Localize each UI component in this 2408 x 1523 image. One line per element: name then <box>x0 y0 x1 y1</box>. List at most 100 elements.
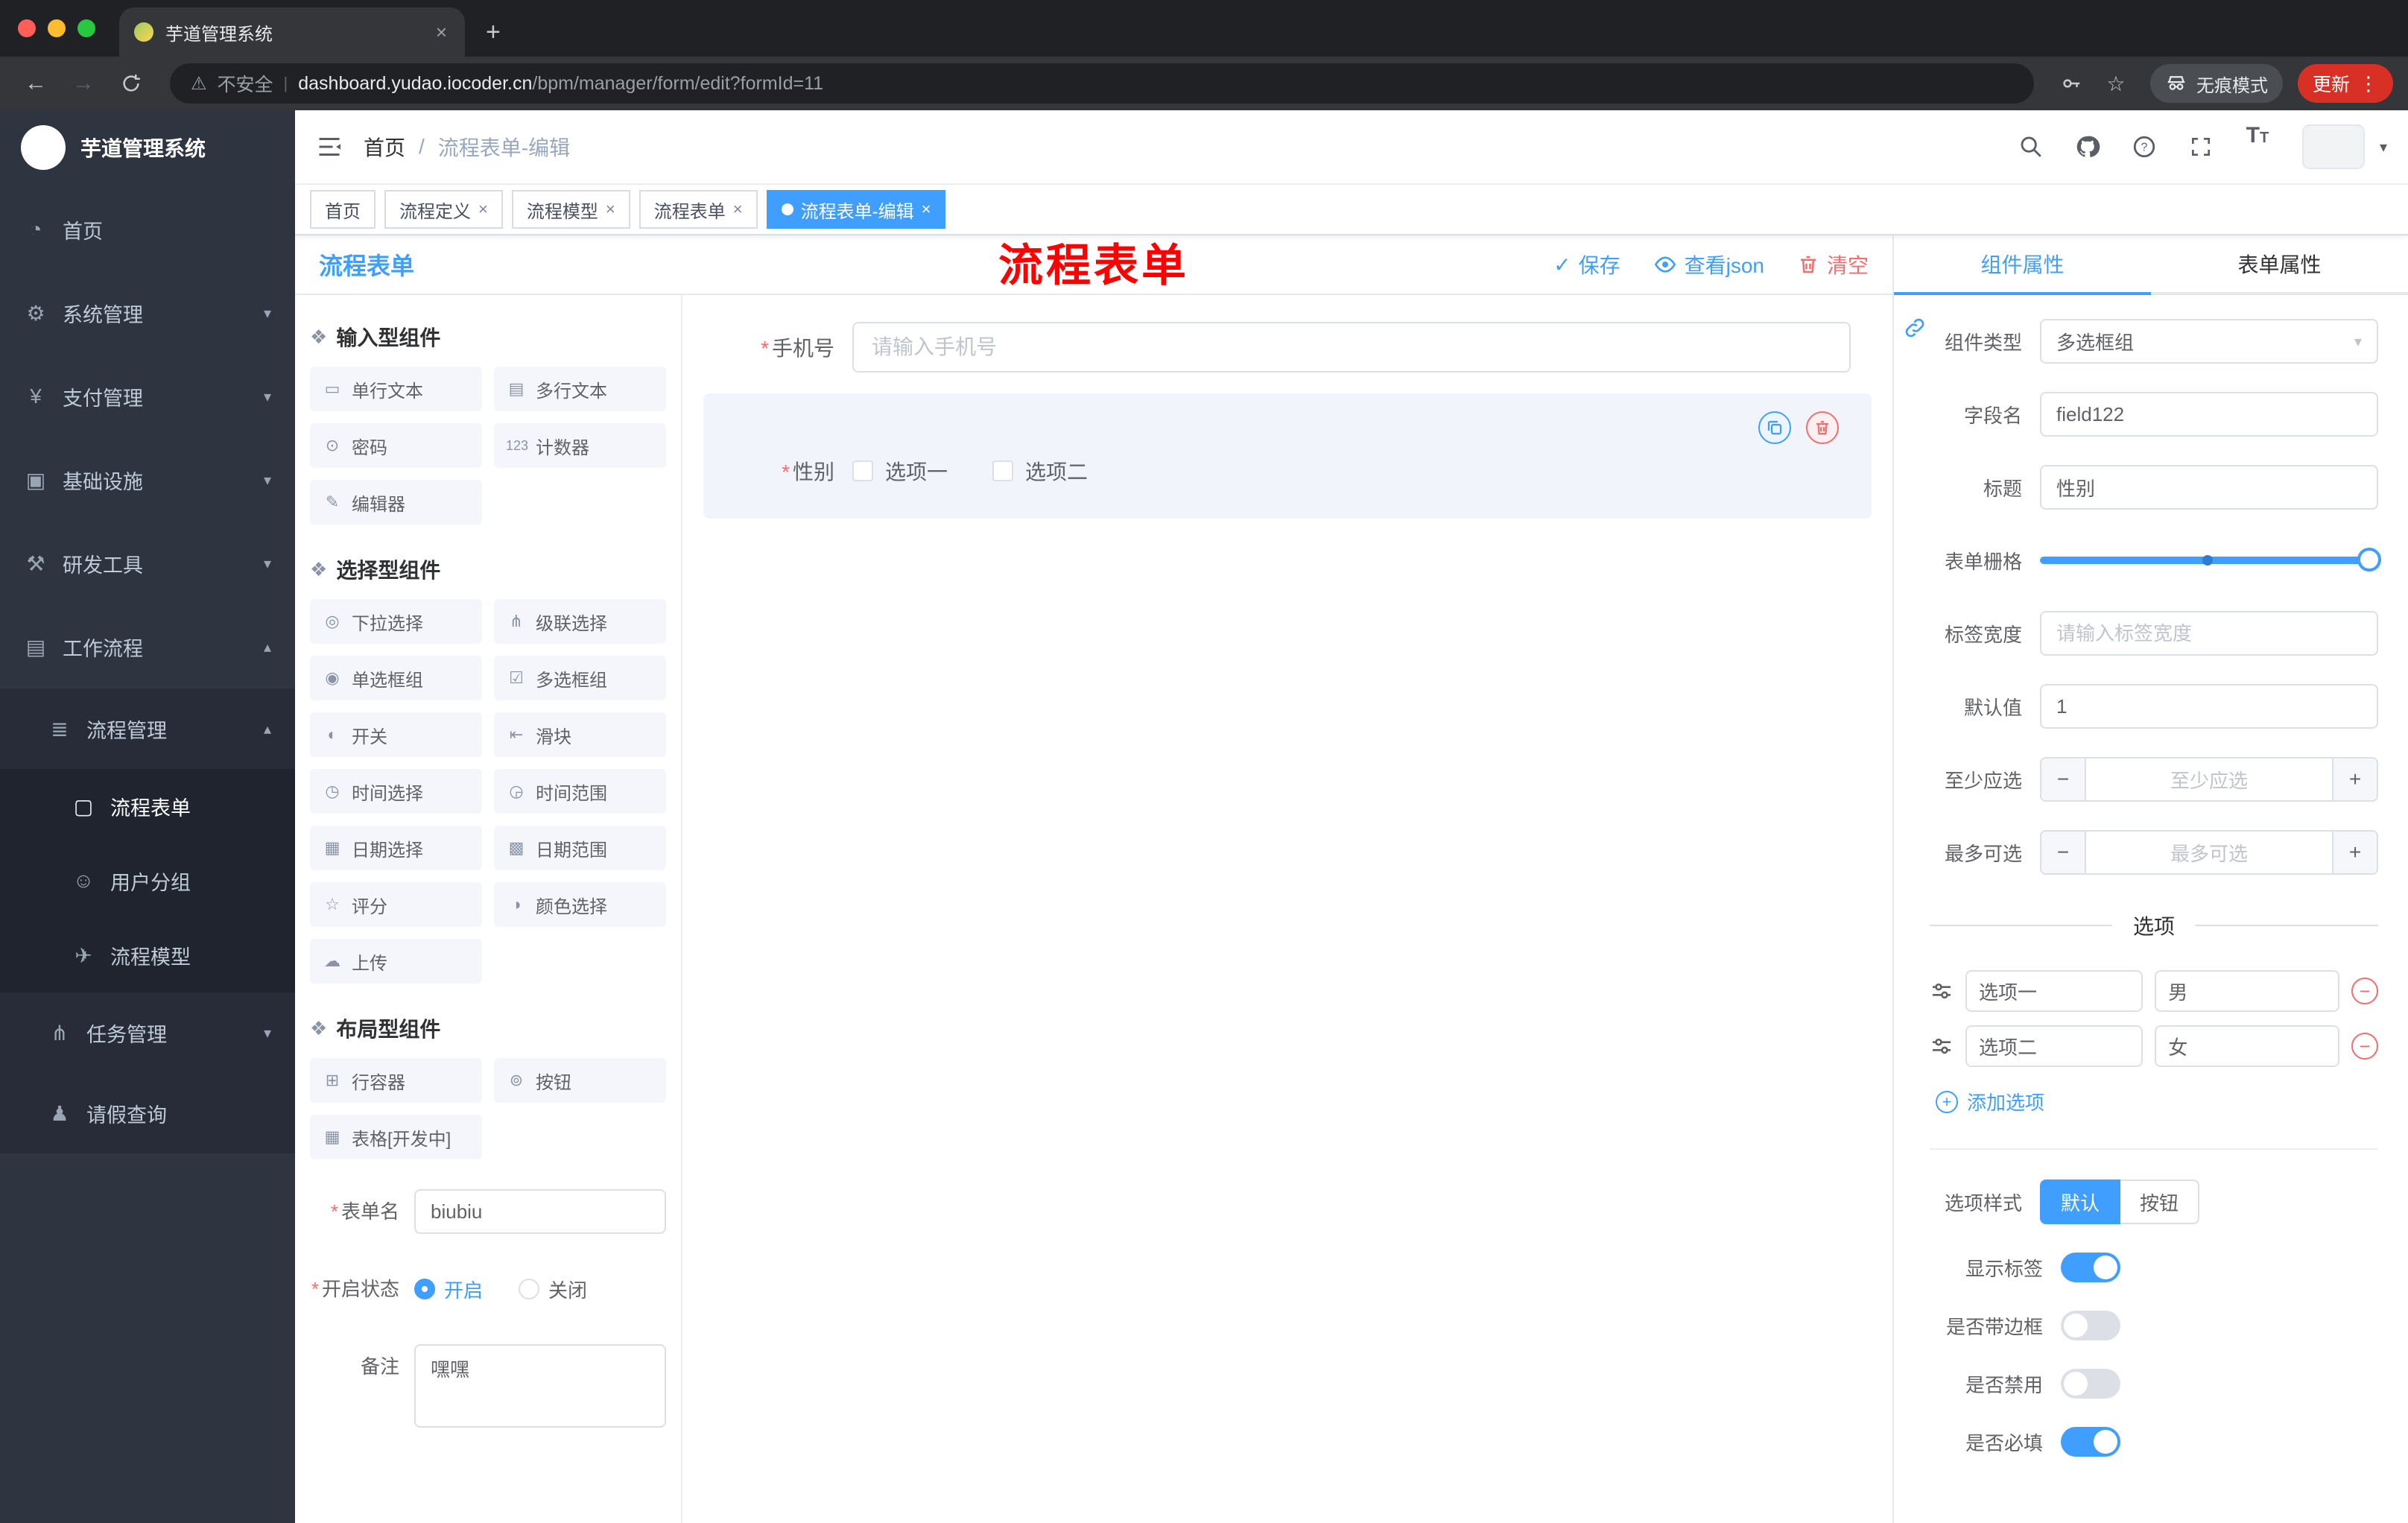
tag-close-icon[interactable]: × <box>478 200 488 219</box>
tab-component-props[interactable]: 组件属性 <box>1894 235 2151 295</box>
minus-button[interactable]: − <box>2041 832 2086 873</box>
style-button-button[interactable]: 按钮 <box>2120 1180 2200 1224</box>
password-manager-button[interactable] <box>2052 64 2091 103</box>
option1-label-input[interactable] <box>1965 970 2144 1012</box>
delete-widget-button[interactable] <box>1806 411 1839 444</box>
max-select-value[interactable]: 最多可选 <box>2086 832 2332 873</box>
component-type-select[interactable]: 多选框组 ▾ <box>2040 319 2378 364</box>
component-chip-checkbox-group[interactable]: ☑ 多选框组 <box>494 656 666 700</box>
breadcrumb-home[interactable]: 首页 <box>364 132 405 162</box>
component-chip-button[interactable]: ⊚ 按钮 <box>494 1058 666 1103</box>
component-chip-upload[interactable]: ☁ 上传 <box>310 939 482 984</box>
remove-option-button[interactable]: − <box>2351 978 2378 1004</box>
browser-tab[interactable]: 芋道管理系统 × <box>119 7 465 57</box>
required-switch[interactable] <box>2061 1427 2120 1457</box>
component-chip-select[interactable]: ◎ 下拉选择 <box>310 599 482 644</box>
tag-home[interactable]: 首页 <box>310 190 376 229</box>
widget-phone[interactable]: * 手机号 <box>703 313 1872 381</box>
option2-label-input[interactable] <box>1965 1025 2144 1067</box>
sidebar-item-payment[interactable]: ¥ 支付管理 ▾ <box>0 355 295 438</box>
browser-menu-icon[interactable]: ⋮ <box>2359 72 2378 95</box>
tag-close-icon[interactable]: × <box>606 200 615 219</box>
fullscreen-button[interactable] <box>2177 123 2225 171</box>
component-chip-cascader[interactable]: ⋔ 级联选择 <box>494 599 666 644</box>
tab-form-props[interactable]: 表单属性 <box>2151 235 2408 292</box>
sidebar-item-infrastructure[interactable]: ▣ 基础设施 ▾ <box>0 438 295 522</box>
component-chip-color-picker[interactable]: ◑ 颜色选择 <box>494 882 666 927</box>
phone-input[interactable] <box>852 322 1851 373</box>
status-closed-radio[interactable]: 关闭 <box>519 1276 587 1303</box>
window-minimize-button[interactable] <box>48 19 66 37</box>
component-chip-radio-group[interactable]: ◉ 单选框组 <box>310 656 482 700</box>
component-chip-single-text[interactable]: ▭ 单行文本 <box>310 367 482 411</box>
label-width-input[interactable] <box>2040 611 2378 656</box>
disabled-switch[interactable] <box>2061 1369 2120 1399</box>
status-open-radio[interactable]: 开启 <box>414 1276 483 1303</box>
window-zoom-button[interactable] <box>77 19 95 37</box>
tab-close-icon[interactable]: × <box>433 21 450 44</box>
link-icon[interactable] <box>1903 316 1927 346</box>
browser-update-button[interactable]: 更新 ⋮ <box>2297 64 2393 103</box>
sidebar-item-leave-query[interactable]: ♟ 请假查询 <box>0 1073 295 1153</box>
option1-value-input[interactable] <box>2155 970 2339 1012</box>
component-chip-date-range[interactable]: ▩ 日期范围 <box>494 826 666 870</box>
user-avatar[interactable] <box>2301 124 2365 169</box>
component-chip-time-picker[interactable]: ◷ 时间选择 <box>310 769 482 814</box>
sidebar-item-devtools[interactable]: ⚒ 研发工具 ▾ <box>0 522 295 605</box>
avatar-caret-icon[interactable]: ▾ <box>2380 138 2387 156</box>
gender-option1-checkbox[interactable]: 选项一 <box>852 456 948 486</box>
option2-value-input[interactable] <box>2155 1025 2339 1067</box>
component-chip-switch[interactable]: ◐ 开关 <box>310 712 482 757</box>
field-name-input[interactable] <box>2040 392 2378 437</box>
component-chip-password[interactable]: ⊙ 密码 <box>310 423 482 468</box>
drag-handle-icon[interactable] <box>1930 1034 1954 1058</box>
component-chip-date-picker[interactable]: ▦ 日期选择 <box>310 826 482 870</box>
tag-close-icon[interactable]: × <box>733 200 743 219</box>
clear-button[interactable]: 清空 <box>1797 250 1869 279</box>
font-size-button[interactable]: TT <box>2234 123 2281 171</box>
slider-handle[interactable] <box>2357 548 2381 571</box>
new-tab-button[interactable]: + <box>486 19 501 45</box>
form-name-input[interactable] <box>414 1189 666 1234</box>
copy-widget-button[interactable] <box>1758 411 1791 444</box>
sidebar-item-process-form[interactable]: ▢ 流程表单 <box>0 769 295 843</box>
component-chip-slider[interactable]: ⇤ 滑块 <box>494 712 666 757</box>
security-warning-icon[interactable]: ⚠ <box>191 73 207 95</box>
add-option-button[interactable]: + 添加选项 <box>1936 1088 2378 1115</box>
sidebar-item-task-management[interactable]: ⋔ 任务管理 ▾ <box>0 992 295 1073</box>
show-label-switch[interactable] <box>2061 1253 2120 1282</box>
min-select-value[interactable]: 至少应选 <box>2086 759 2332 800</box>
border-switch[interactable] <box>2061 1311 2120 1340</box>
sidebar-item-system[interactable]: ⚙ 系统管理 ▾ <box>0 271 295 355</box>
sidebar-item-home[interactable]: ◔ 首页 <box>0 188 295 271</box>
component-chip-counter[interactable]: 123 计数器 <box>494 423 666 468</box>
widget-gender-selected[interactable]: * 性别 选项一 选项二 <box>703 393 1872 519</box>
sidebar-item-process-management[interactable]: ≣ 流程管理 ▴ <box>0 688 295 769</box>
gender-option2-checkbox[interactable]: 选项二 <box>992 456 1088 486</box>
sidebar-toggle-button[interactable] <box>295 110 364 184</box>
reload-button[interactable] <box>110 63 152 104</box>
plus-button[interactable]: + <box>2332 759 2377 800</box>
component-chip-row-container[interactable]: ⊞ 行容器 <box>310 1058 482 1103</box>
component-chip-multiline-text[interactable]: ▤ 多行文本 <box>494 367 666 411</box>
tag-close-icon[interactable]: × <box>922 200 931 219</box>
sidebar-item-workflow[interactable]: ▤ 工作流程 ▴ <box>0 605 295 688</box>
default-value-input[interactable] <box>2040 684 2378 729</box>
plus-button[interactable]: + <box>2332 832 2377 873</box>
component-chip-editor[interactable]: ✎ 编辑器 <box>310 480 482 525</box>
tag-process-form-edit[interactable]: 流程表单-编辑 × <box>766 190 946 229</box>
form-grid-slider[interactable] <box>2040 538 2381 583</box>
minus-button[interactable]: − <box>2041 759 2086 800</box>
sidebar-item-process-model[interactable]: ✈ 流程模型 <box>0 918 295 992</box>
bookmark-star-button[interactable]: ☆ <box>2097 64 2135 103</box>
remove-option-button[interactable]: − <box>2351 1033 2378 1060</box>
docs-help-button[interactable]: ? <box>2120 123 2168 171</box>
save-button[interactable]: ✓ 保存 <box>1553 250 1620 279</box>
style-default-button[interactable]: 默认 <box>2040 1180 2121 1224</box>
forward-button[interactable]: → <box>63 63 104 104</box>
window-close-button[interactable] <box>18 19 36 37</box>
view-json-button[interactable]: 查看json <box>1653 250 1764 279</box>
tag-process-definition[interactable]: 流程定义 × <box>384 190 503 229</box>
title-input[interactable] <box>2040 465 2378 510</box>
search-button[interactable] <box>2007 123 2055 171</box>
